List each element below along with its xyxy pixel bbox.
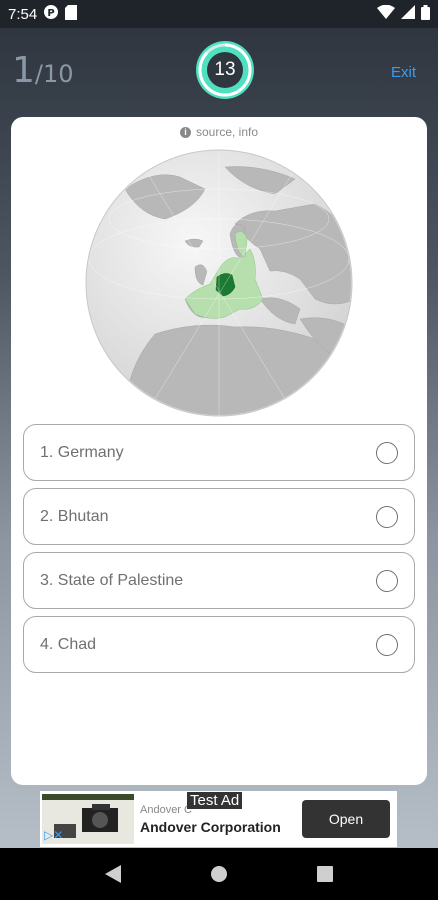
quiz-header: 1/10 13 Exit (0, 28, 438, 118)
ad-title: Andover Corporation (140, 818, 281, 835)
answer-options: 1. Germany 2. Bhutan 3. State of Palesti… (23, 424, 415, 680)
radio-button[interactable] (376, 441, 398, 464)
answer-option-1[interactable]: 1. Germany (23, 424, 415, 481)
back-button[interactable] (93, 854, 133, 894)
ad-banner[interactable]: ▷✕ Andover C Andover Corporation Test Ad… (40, 791, 397, 847)
timer-value: 13 (214, 59, 236, 80)
source-info-link[interactable]: i source, info (11, 125, 427, 139)
answer-option-label: 4. Chad (40, 635, 97, 653)
answer-option-label: 3. State of Palestine (40, 571, 184, 589)
radio-button[interactable] (376, 569, 398, 592)
question-card: i source, info 1. Germany 2. Bhutan 3. S… (11, 117, 427, 785)
info-icon: i (179, 126, 191, 138)
radio-button[interactable] (376, 633, 398, 656)
status-time: 7:54 (8, 5, 38, 23)
globe-map (85, 149, 353, 417)
recents-icon (317, 866, 333, 882)
home-icon (211, 866, 227, 882)
sd-card-icon (65, 4, 78, 24)
ad-badge: Test Ad (187, 792, 243, 809)
p-circle-icon: P (43, 4, 59, 24)
status-bar: 7:54 P (0, 0, 438, 28)
question-current: 1 (12, 50, 35, 91)
question-counter: 1/10 (12, 50, 74, 91)
countdown-timer: 13 (196, 41, 254, 99)
ad-choices-icon[interactable]: ▷✕ (44, 828, 63, 842)
answer-option-2[interactable]: 2. Bhutan (23, 488, 415, 545)
radio-button[interactable] (376, 505, 398, 528)
exit-button[interactable]: Exit (391, 64, 416, 81)
signal-icon (401, 5, 415, 23)
source-info-label: source, info (195, 125, 259, 139)
answer-option-3[interactable]: 3. State of Palestine (23, 552, 415, 609)
ad-product-image: ▷✕ (42, 794, 134, 844)
ad-open-button[interactable]: Open (302, 800, 390, 838)
answer-option-4[interactable]: 4. Chad (23, 616, 415, 673)
battery-icon (421, 4, 430, 24)
answer-option-label: 2. Bhutan (40, 507, 109, 525)
answer-option-label: 1. Germany (40, 443, 124, 461)
back-icon (105, 865, 121, 883)
question-total: /10 (34, 60, 74, 88)
home-button[interactable] (199, 854, 239, 894)
system-nav-bar (0, 848, 438, 900)
recents-button[interactable] (305, 854, 345, 894)
svg-text:P: P (48, 8, 55, 19)
wifi-icon (377, 4, 395, 23)
